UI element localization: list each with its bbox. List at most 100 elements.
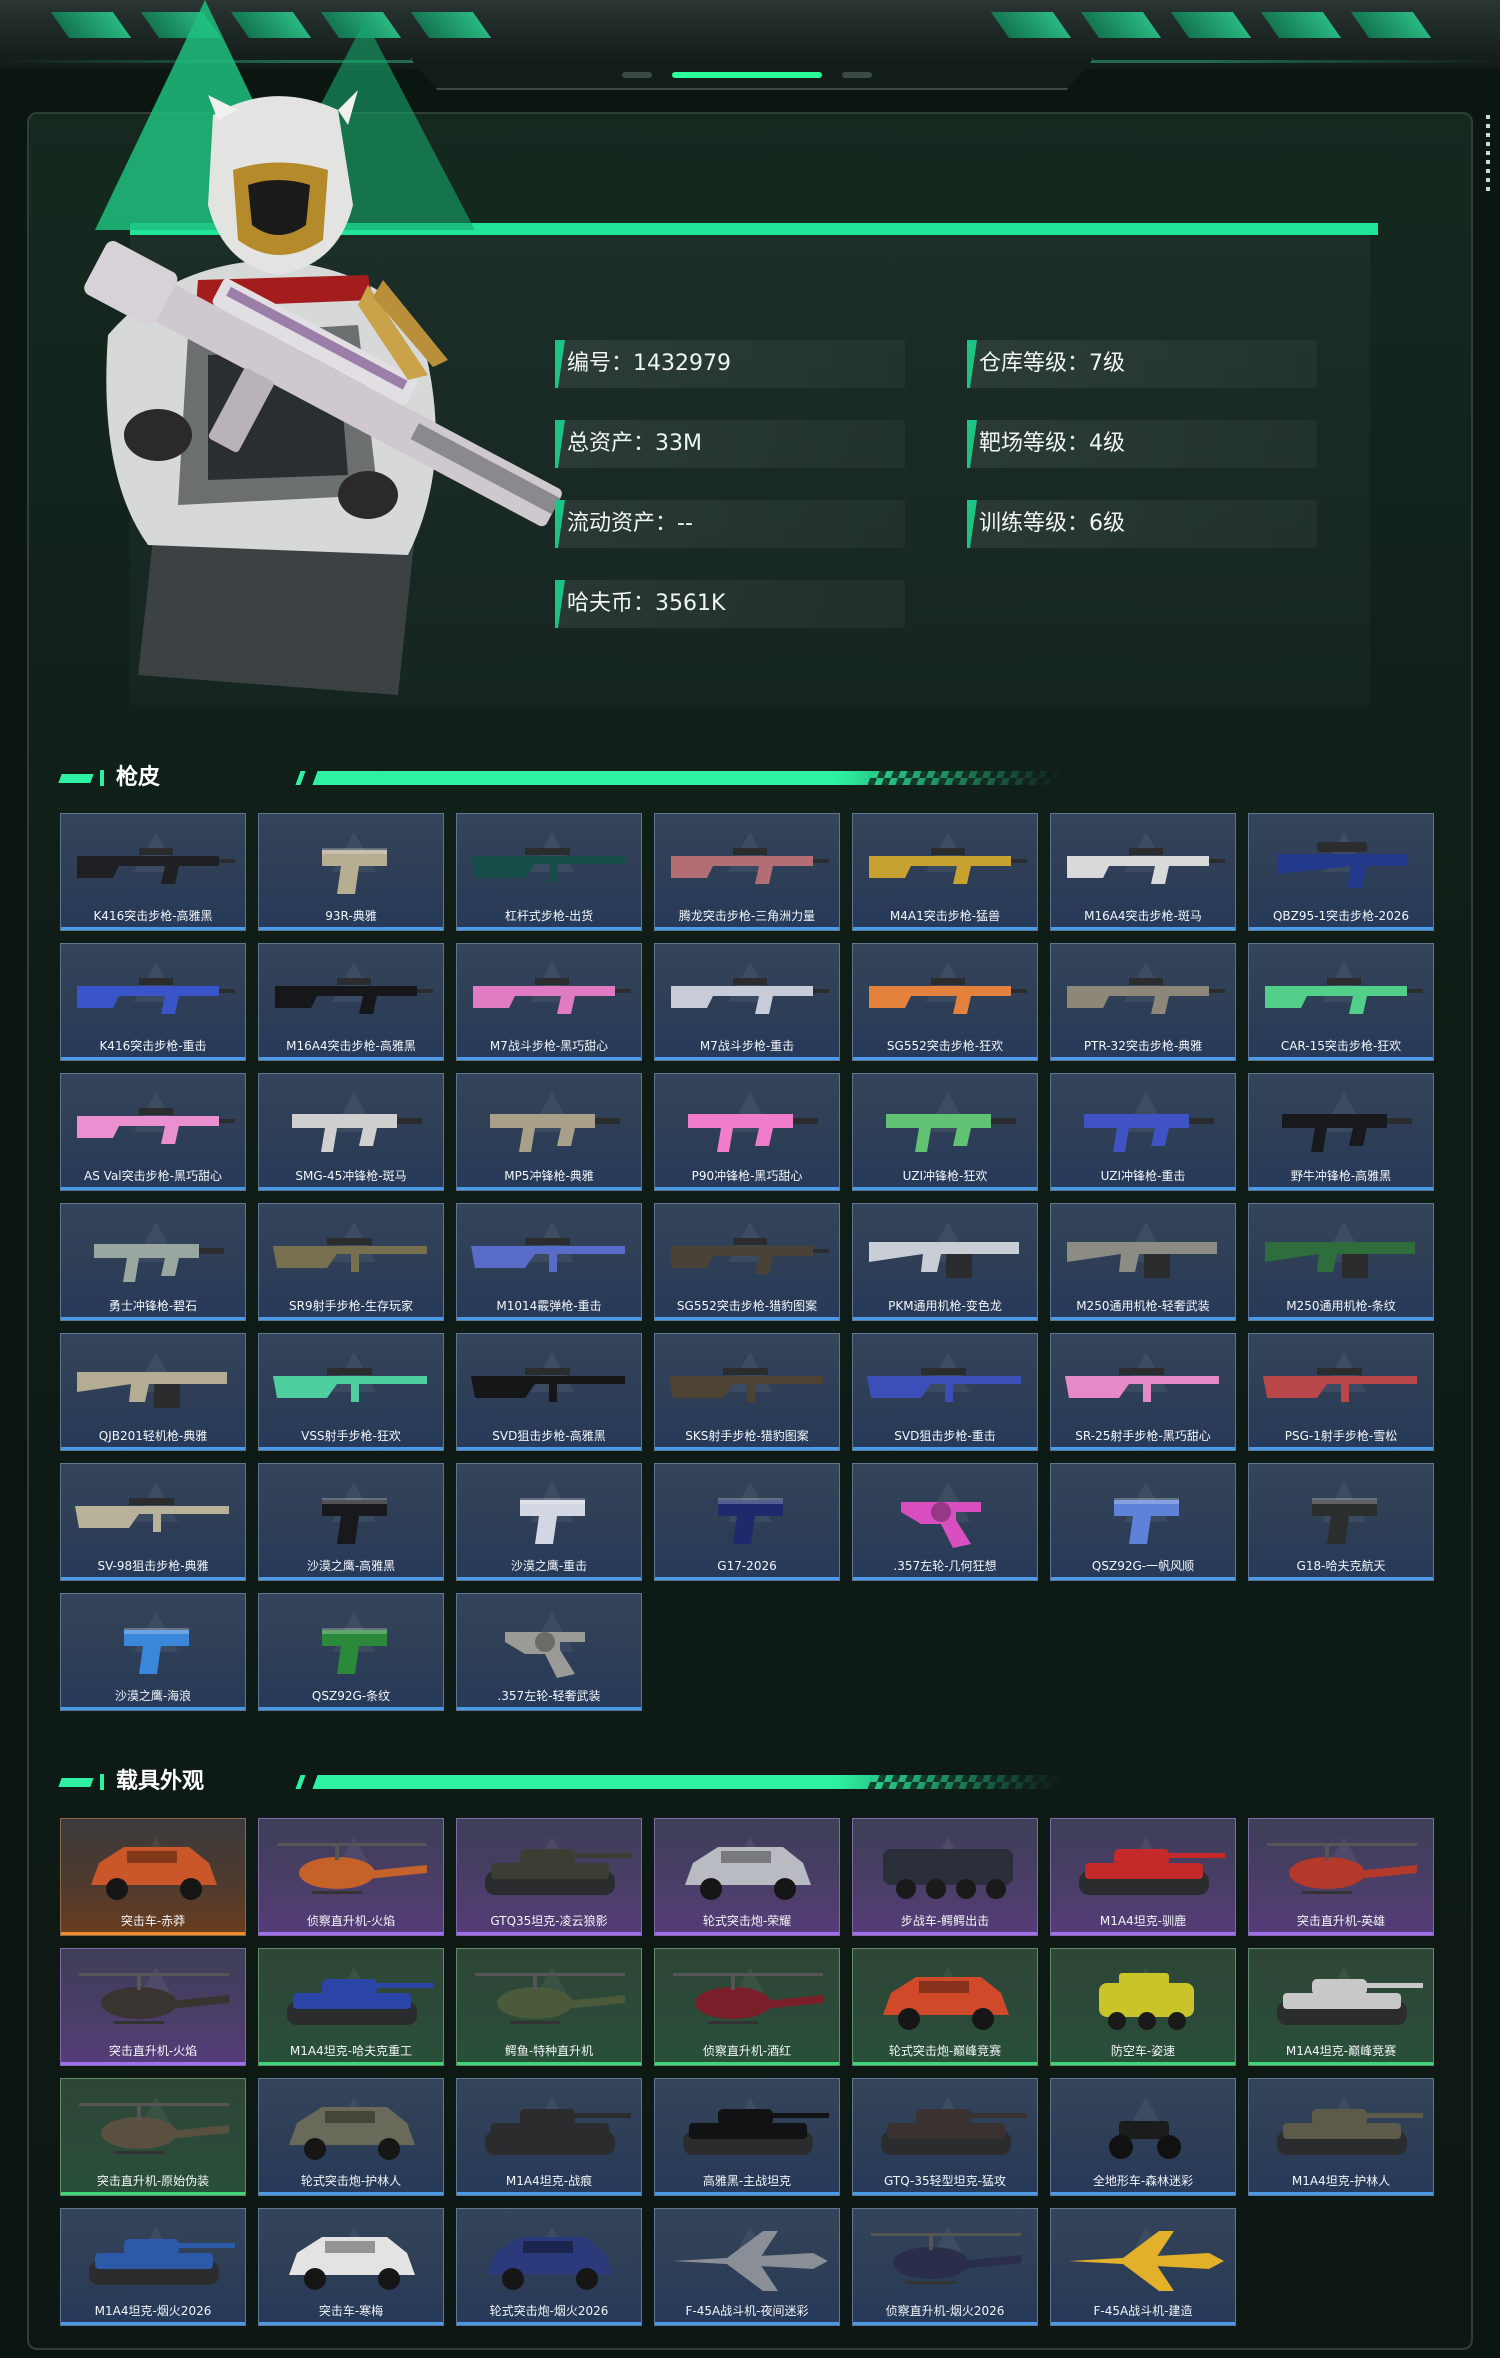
tank-icon [89, 2239, 235, 2285]
gun-skin-card[interactable]: M7战斗步枪-黑巧甜心 [456, 943, 642, 1061]
gun-skin-card[interactable]: PTR-32突击步枪-典雅 [1050, 943, 1236, 1061]
gun-skin-card[interactable]: M4A1突击步枪-猛兽 [852, 813, 1038, 931]
vehicle-skin-card[interactable]: 高雅黑-主战坦克 [654, 2078, 840, 2196]
gun-skin-card[interactable]: MP5冲锋枪-典雅 [456, 1073, 642, 1191]
vehicle-skin-card[interactable]: M1A4坦克-巅峰竞赛 [1248, 1948, 1434, 2066]
vehicle-skin-card[interactable]: 鳄鱼-特种直升机 [456, 1948, 642, 2066]
gun-skin-card[interactable]: M16A4突击步枪-高雅黑 [258, 943, 444, 1061]
gun-skin-card[interactable]: M1014霰弹枪-重击 [456, 1203, 642, 1321]
gun-skin-card[interactable]: M250通用机枪-轻奢武装 [1050, 1203, 1236, 1321]
vehicle-skin-label: GTQ35坦克-凌云狼影 [490, 1914, 608, 1928]
gun-skin-card[interactable]: 沙漠之鹰-海浪 [60, 1593, 246, 1711]
gun-skin-label: K416突击步枪-高雅黑 [93, 909, 213, 923]
vehicle-skin-card[interactable]: 步战车-鳄鳄出击 [852, 1818, 1038, 1936]
gun-skin-card[interactable]: 野牛冲锋枪-高雅黑 [1248, 1073, 1434, 1191]
smg-icon [688, 1114, 818, 1152]
vehicle-skin-card[interactable]: M1A4坦克-护林人 [1248, 2078, 1434, 2196]
pistol-icon [322, 1628, 387, 1674]
gun-skin-card[interactable]: UZI冲锋枪-重击 [1050, 1073, 1236, 1191]
armored-car-icon [91, 1847, 217, 1900]
gun-skin-card[interactable]: CAR-15突击步枪-狂欢 [1248, 943, 1434, 1061]
gun-skin-card[interactable]: 杠杆式步枪-出货 [456, 813, 642, 931]
vehicle-skin-card[interactable]: F-45A战斗机-建造 [1050, 2208, 1236, 2326]
gun-skin-card[interactable]: 腾龙突击步枪-三角洲力量 [654, 813, 840, 931]
gun-skin-card[interactable]: SR-25射手步枪-黑巧甜心 [1050, 1333, 1236, 1451]
gun-skin-card[interactable]: M250通用机枪-条纹 [1248, 1203, 1434, 1321]
banner-stripe [1170, 12, 1252, 38]
gun-skin-card[interactable]: SKS射手步枪-猎豹图案 [654, 1333, 840, 1451]
vehicle-skin-card[interactable]: M1A4坦克-战痕 [456, 2078, 642, 2196]
vehicle-skin-card[interactable]: GTQ35坦克-凌云狼影 [456, 1818, 642, 1936]
gun-skin-label: SV-98狙击步枪-典雅 [97, 1559, 209, 1573]
gun-skin-card[interactable]: SMG-45冲锋枪-斑马 [258, 1073, 444, 1191]
gun-skin-card[interactable]: K416突击步枪-重击 [60, 943, 246, 1061]
vehicle-skin-card[interactable]: M1A4坦克-驯鹿 [1050, 1818, 1236, 1936]
vehicle-skin-card[interactable]: GTQ-35轻型坦克-猛攻 [852, 2078, 1038, 2196]
vehicle-skin-card[interactable]: 突击直升机-英雄 [1248, 1818, 1434, 1936]
vehicle-skin-card[interactable]: M1A4坦克-哈夫克重工 [258, 1948, 444, 2066]
section-title-vehicles: 载具外观 [58, 1762, 204, 1802]
gun-skin-label: M7战斗步枪-重击 [699, 1039, 795, 1053]
vehicle-skin-card[interactable]: 全地形车-森林迷彩 [1050, 2078, 1236, 2196]
vehicle-skin-card[interactable]: 突击直升机-火焰 [60, 1948, 246, 2066]
marksman-rifle-icon [273, 1368, 427, 1402]
pistol-icon [1114, 1498, 1179, 1544]
vehicle-skin-card[interactable]: 轮式突击炮-巅峰竞赛 [852, 1948, 1038, 2066]
gun-skin-card[interactable]: M7战斗步枪-重击 [654, 943, 840, 1061]
vehicle-skin-card[interactable]: 侦察直升机-酒红 [654, 1948, 840, 2066]
pistol-icon [124, 1628, 189, 1674]
vehicle-skin-label: 侦察直升机-烟火2026 [885, 2304, 1005, 2318]
vehicle-skin-card[interactable]: 轮式突击炮-荣耀 [654, 1818, 840, 1936]
rifle-icon [1067, 978, 1225, 1014]
gun-skin-card[interactable]: QJB201轻机枪-典雅 [60, 1333, 246, 1451]
rifle-icon [77, 1108, 235, 1144]
vehicle-skin-card[interactable]: 轮式突击炮-烟火2026 [456, 2208, 642, 2326]
gun-skin-card[interactable]: 93R-典雅 [258, 813, 444, 931]
tank-icon [1079, 1849, 1225, 1895]
gun-skin-card[interactable]: PKM通用机枪-变色龙 [852, 1203, 1038, 1321]
vehicle-skin-card[interactable]: F-45A战斗机-夜间迷彩 [654, 2208, 840, 2326]
vehicle-skin-card[interactable]: 突击车-赤莽 [60, 1818, 246, 1936]
banner-stripe [1080, 12, 1162, 38]
gun-skin-card[interactable]: PSG-1射手步枪-雪松 [1248, 1333, 1434, 1451]
vehicle-skin-label: M1A4坦克-巅峰竞赛 [1285, 2044, 1397, 2058]
gun-skin-card[interactable]: M16A4突击步枪-斑马 [1050, 813, 1236, 931]
gun-skin-card[interactable]: VSS射手步枪-狂欢 [258, 1333, 444, 1451]
gun-skin-card[interactable]: 沙漠之鹰-重击 [456, 1463, 642, 1581]
gun-skin-card[interactable]: SVD狙击步枪-高雅黑 [456, 1333, 642, 1451]
gun-skin-card[interactable]: SG552突击步枪-狂欢 [852, 943, 1038, 1061]
gun-skin-card[interactable]: G17-2026 [654, 1463, 840, 1581]
gun-skin-card[interactable]: 沙漠之鹰-高雅黑 [258, 1463, 444, 1581]
stat-warehouse-level: 仓库等级：7级 [967, 340, 1317, 388]
gun-skin-card[interactable]: QSZ92G-一帆风顺 [1050, 1463, 1236, 1581]
gun-skin-card[interactable]: SV-98狙击步枪-典雅 [60, 1463, 246, 1581]
gun-skin-card[interactable]: .357左轮-几何狂想 [852, 1463, 1038, 1581]
vehicle-skin-card[interactable]: 侦察直升机-火焰 [258, 1818, 444, 1936]
gun-skin-card[interactable]: UZI冲锋枪-狂欢 [852, 1073, 1038, 1191]
stat-text: 编号：1432979 [567, 351, 731, 376]
gun-skin-card[interactable]: SVD狙击步枪-重击 [852, 1333, 1038, 1451]
vehicle-skin-label: 高雅黑-主战坦克 [702, 2174, 792, 2188]
gun-skin-card[interactable]: K416突击步枪-高雅黑 [60, 813, 246, 931]
vehicle-skin-card[interactable]: 突击直升机-原始伪装 [60, 2078, 246, 2196]
gun-skin-card[interactable]: SR9射手步枪-生存玩家 [258, 1203, 444, 1321]
sniper-rifle-icon [1263, 1368, 1417, 1402]
stat-tab [967, 340, 977, 388]
vehicle-skin-card[interactable]: 轮式突击炮-护林人 [258, 2078, 444, 2196]
gun-skin-card[interactable]: .357左轮-轻奢武装 [456, 1593, 642, 1711]
gun-skin-card[interactable]: P90冲锋枪-黑巧甜心 [654, 1073, 840, 1191]
marksman-rifle-icon [669, 1368, 823, 1402]
gun-skin-label: UZI冲锋枪-重击 [1100, 1169, 1186, 1183]
scroll-indicator[interactable] [1486, 115, 1490, 195]
gun-skin-card[interactable]: SG552突击步枪-猎豹图案 [654, 1203, 840, 1321]
gun-skin-card[interactable]: QBZ95-1突击步枪-2026 [1248, 813, 1434, 931]
vehicle-skin-card[interactable]: 防空车-姿速 [1050, 1948, 1236, 2066]
helicopter-icon [673, 1973, 823, 2024]
vehicle-skin-card[interactable]: M1A4坦克-烟火2026 [60, 2208, 246, 2326]
vehicle-skin-card[interactable]: 侦察直升机-烟火2026 [852, 2208, 1038, 2326]
gun-skin-card[interactable]: 勇士冲锋枪-碧石 [60, 1203, 246, 1321]
gun-skin-card[interactable]: G18-哈夫克航天 [1248, 1463, 1434, 1581]
vehicle-skin-card[interactable]: 突击车-寒梅 [258, 2208, 444, 2326]
gun-skin-card[interactable]: QSZ92G-条纹 [258, 1593, 444, 1711]
gun-skin-card[interactable]: AS Val突击步枪-黑巧甜心 [60, 1073, 246, 1191]
